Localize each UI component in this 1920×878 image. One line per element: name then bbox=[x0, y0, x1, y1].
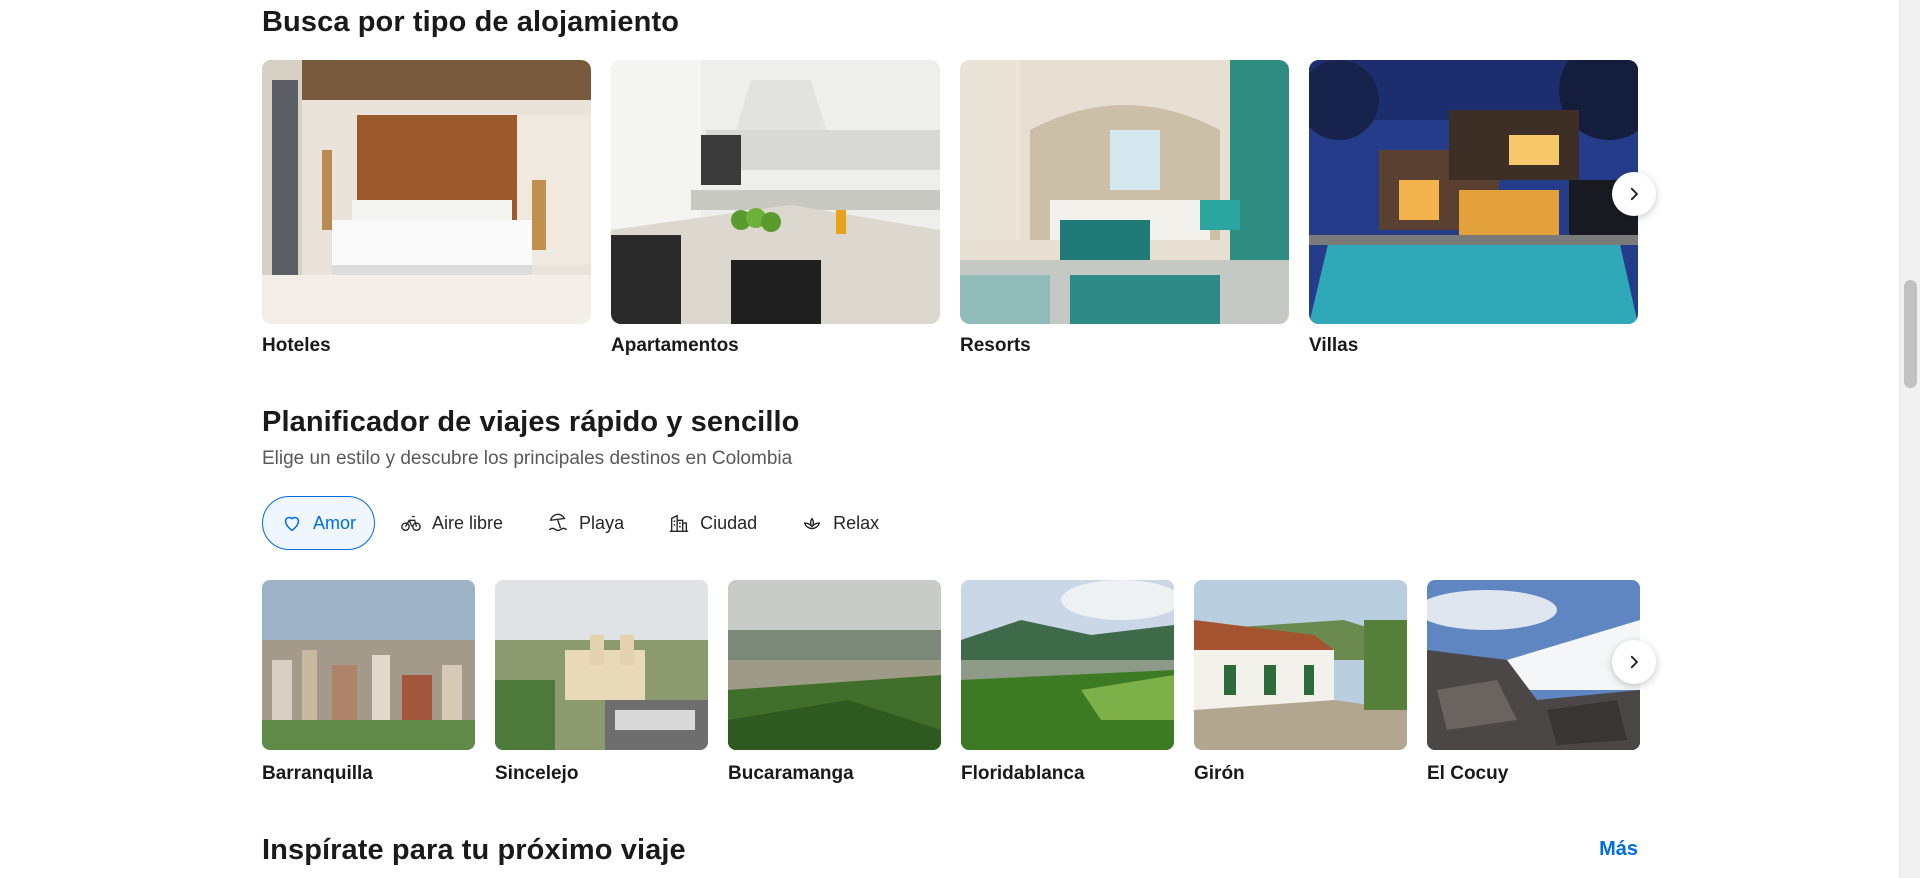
chevron-right-icon bbox=[1630, 655, 1638, 669]
property-type-label[interactable]: Hoteles bbox=[262, 334, 591, 358]
destination-label[interactable]: Barranquilla bbox=[262, 762, 475, 786]
giron-image[interactable] bbox=[1194, 580, 1407, 750]
tab-amor[interactable]: Amor bbox=[262, 496, 376, 550]
more-link[interactable]: Más bbox=[1599, 838, 1638, 861]
inspiration-title: Inspírate para tu próximo viaje bbox=[262, 834, 686, 866]
tab-label: Relax bbox=[833, 512, 880, 533]
resorts-image[interactable] bbox=[960, 60, 1289, 324]
destination-label[interactable]: Sincelejo bbox=[495, 762, 708, 786]
property-type-label[interactable]: Resorts bbox=[960, 334, 1289, 358]
bicycle-icon bbox=[401, 515, 421, 532]
destination-label[interactable]: Girón bbox=[1194, 762, 1407, 786]
floridablanca-image[interactable] bbox=[961, 580, 1174, 750]
property-type-label[interactable]: Apartamentos bbox=[611, 334, 940, 358]
property-types-title: Busca por tipo de alojamiento bbox=[262, 6, 680, 38]
page-scrollbar[interactable] bbox=[1899, 0, 1920, 878]
property-type-label[interactable]: Villas bbox=[1309, 334, 1638, 358]
destination-card-floridablanca[interactable]: Floridablanca bbox=[961, 580, 1174, 786]
property-type-card-apartments[interactable]: Apartamentos bbox=[611, 60, 940, 358]
property-type-card-hotels[interactable]: Hoteles bbox=[262, 60, 591, 358]
trip-planner-title: Planificador de viajes rápido y sencillo bbox=[262, 406, 800, 438]
trip-planner-section: Planificador de viajes rápido y sencillo… bbox=[262, 404, 1656, 784]
destination-card-sincelejo[interactable]: Sincelejo bbox=[495, 580, 708, 786]
villas-image[interactable] bbox=[1309, 60, 1638, 324]
barranquilla-image[interactable] bbox=[262, 580, 475, 750]
chevron-right-icon bbox=[1630, 187, 1638, 201]
hotels-image[interactable] bbox=[262, 60, 591, 324]
inspiration-section: Inspírate para tu próximo viaje Más bbox=[262, 830, 1638, 870]
travel-style-tabs: Amor Aire libre Playa Ciudad Relax bbox=[262, 496, 898, 550]
destination-card-bucaramanga[interactable]: Bucaramanga bbox=[728, 580, 941, 786]
carousel-next-button[interactable] bbox=[1612, 172, 1656, 216]
city-icon bbox=[669, 514, 689, 532]
tab-label: Playa bbox=[579, 512, 625, 533]
destination-label[interactable]: Bucaramanga bbox=[728, 762, 941, 786]
trip-planner-subtitle: Elige un estilo y descubre los principal… bbox=[262, 448, 793, 469]
beach-icon bbox=[549, 513, 567, 532]
tab-label: Amor bbox=[313, 512, 357, 533]
property-types-carousel: Hoteles Apartamentos Resorts Villas bbox=[262, 60, 1638, 358]
apartments-image[interactable] bbox=[611, 60, 940, 324]
destination-label[interactable]: El Cocuy bbox=[1427, 762, 1640, 786]
property-type-card-resorts[interactable]: Resorts bbox=[960, 60, 1289, 358]
tab-label: Aire libre bbox=[432, 512, 504, 533]
destinations-carousel: Barranquilla Sincelejo Bucaramanga Flori… bbox=[262, 580, 1640, 786]
destination-card-barranquilla[interactable]: Barranquilla bbox=[262, 580, 475, 786]
tab-relax[interactable]: Relax bbox=[782, 496, 898, 550]
lotus-icon bbox=[804, 517, 821, 530]
destinations-next-button[interactable] bbox=[1612, 640, 1656, 684]
destination-card-el-cocuy[interactable]: El Cocuy bbox=[1427, 580, 1640, 786]
scrollbar-thumb[interactable] bbox=[1904, 280, 1917, 388]
sincelejo-image[interactable] bbox=[495, 580, 708, 750]
el-cocuy-image[interactable] bbox=[1427, 580, 1640, 750]
bucaramanga-image[interactable] bbox=[728, 580, 941, 750]
destination-label[interactable]: Floridablanca bbox=[961, 762, 1174, 786]
tab-label: Ciudad bbox=[700, 512, 758, 533]
tab-playa[interactable]: Playa bbox=[528, 496, 643, 550]
tab-ciudad[interactable]: Ciudad bbox=[649, 496, 776, 550]
property-type-card-villas[interactable]: Villas bbox=[1309, 60, 1638, 358]
property-types-section: Busca por tipo de alojamiento Hoteles Ap… bbox=[262, 4, 1656, 356]
tab-aire-libre[interactable]: Aire libre bbox=[381, 496, 522, 550]
destination-card-giron[interactable]: Girón bbox=[1194, 580, 1407, 786]
heart-icon bbox=[284, 516, 300, 532]
